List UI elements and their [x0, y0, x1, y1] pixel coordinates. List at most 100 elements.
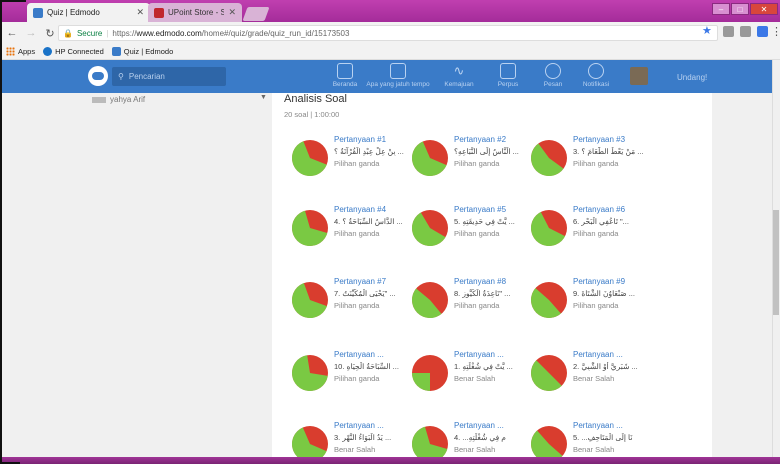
question-type: Benar Salah [573, 374, 615, 383]
screen-border [0, 0, 26, 2]
nav-label: Pesan [543, 81, 563, 88]
question-text: بِنْ عِلْ عِبْدِ الْقُرْآنَةُ ؟ ... [334, 147, 404, 156]
forward-icon[interactable]: → [24, 26, 38, 40]
nav-kemajuan[interactable]: ∿ Kemajuan [434, 63, 484, 88]
menu-icon[interactable]: ⋮ [771, 25, 780, 38]
tab-quiz-edmodo[interactable]: Quiz | Edmodo ✕ [27, 3, 150, 22]
edmodo-logo-icon[interactable] [88, 66, 108, 86]
bookmark-quiz-edmodo[interactable]: Quiz | Edmodo [111, 47, 173, 56]
question-text: الْنَّاسُ إِلَى النَّبَاعِهِ؟ ... [454, 147, 519, 156]
question-card[interactable]: Pertanyaan #7 7. يَحْيَى الْمُكَيِّنَتُ" … [291, 277, 411, 332]
close-icon[interactable]: ✕ [228, 7, 236, 18]
bookmark-star-icon[interactable]: ★ [702, 24, 712, 37]
question-title[interactable]: Pertanyaan ... [573, 421, 623, 430]
question-card[interactable]: Pertanyaan #2 الْنَّاسُ إِلَى النَّبَاعِه… [411, 135, 531, 190]
question-title[interactable]: Pertanyaan #2 [454, 135, 506, 144]
sidebar-item[interactable]: yahya Arif [92, 95, 145, 104]
extension-icon[interactable] [723, 26, 734, 37]
question-title[interactable]: Pertanyaan ... [454, 350, 504, 359]
result-pie-chart [531, 355, 567, 391]
question-card[interactable]: Pertanyaan ... 1. يَّتْ فِي شُغْلَتِهِ ..… [411, 350, 531, 405]
reload-icon[interactable]: ↻ [43, 26, 57, 40]
nav-notifikasi[interactable]: Notifikasi [574, 63, 618, 88]
tab-label: Quiz | Edmodo [47, 8, 100, 17]
extension-icon[interactable] [757, 26, 768, 37]
maximize-icon[interactable]: □ [731, 3, 749, 15]
question-card[interactable]: Pertanyaan #8 8. نَاعِدَةُ الْكَيُّوزِ" .… [411, 277, 531, 332]
nav-beranda[interactable]: Beranda [328, 63, 362, 88]
nav-perpus[interactable]: Perpus [484, 63, 532, 88]
bell-icon [588, 63, 604, 79]
question-type: Benar Salah [454, 445, 496, 454]
question-title[interactable]: Pertanyaan #3 [573, 135, 625, 144]
message-icon [545, 63, 561, 79]
question-card[interactable]: Pertanyaan ... 10. السِّبَاحَةُ الْحِيَاه… [291, 350, 411, 405]
question-title[interactable]: Pertanyaan #4 [334, 205, 386, 214]
result-pie-chart [292, 210, 328, 246]
tab-upoint-store[interactable]: UPoint Store - Steam Pa ✕ [148, 3, 242, 22]
result-pie-chart [531, 282, 567, 318]
bookmarks-bar: Apps HP Connected Quiz | Edmodo [0, 44, 780, 60]
window-controls: – □ ✕ [712, 3, 778, 15]
question-title[interactable]: Pertanyaan #6 [573, 205, 625, 214]
minimize-icon[interactable]: – [712, 3, 730, 15]
question-card[interactable]: Pertanyaan #3 3. مَنْ يَعْطُ الطَّعَامَ ؟… [530, 135, 650, 190]
bookmark-label: HP Connected [55, 47, 104, 56]
question-type: Pilihan ganda [454, 301, 500, 310]
question-title[interactable]: Pertanyaan #8 [454, 277, 506, 286]
page-title: Analisis Soal [284, 93, 347, 105]
question-text: 6. تَاعُفِي الْبَحْرِ "... [573, 217, 629, 226]
bookmark-label: Apps [18, 47, 36, 56]
nav-pesan[interactable]: Pesan [532, 63, 574, 88]
result-pie-chart [412, 210, 448, 246]
chevron-down-icon[interactable]: ▼ [260, 94, 267, 101]
result-pie-chart [412, 355, 448, 391]
question-card[interactable]: Pertanyaan #1 بِنْ عِلْ عِبْدِ الْقُرْآنَ… [291, 135, 411, 190]
avatar [92, 96, 106, 103]
result-pie-chart [292, 140, 328, 176]
question-title[interactable]: Pertanyaan #9 [573, 277, 625, 286]
sidebar: yahya Arif ▼ [0, 93, 272, 464]
scrollbar-thumb[interactable] [773, 210, 779, 315]
bookmark-hp-connected[interactable]: HP Connected [43, 47, 104, 56]
question-card[interactable]: Pertanyaan #4 4. الدَّاسُ السِّبَاحَةُ ؟ … [291, 205, 411, 260]
back-icon[interactable]: ← [5, 26, 19, 40]
upoint-favicon-icon [154, 7, 164, 18]
search-input[interactable]: ⚲ Pencarian [112, 67, 226, 86]
question-card[interactable]: Pertanyaan #9 9. صَنْعَاوُنَ الشَّتَاةَ .… [530, 277, 650, 332]
question-title[interactable]: Pertanyaan ... [334, 350, 384, 359]
question-text: 5. يَّتْ فِي حَدِيقَتِهِ ... [454, 217, 515, 226]
home-icon [337, 63, 353, 79]
question-title[interactable]: Pertanyaan ... [334, 421, 384, 430]
question-card[interactable]: Pertanyaan #5 5. يَّتْ فِي حَدِيقَتِهِ ..… [411, 205, 531, 260]
close-window-icon[interactable]: ✕ [750, 3, 778, 15]
question-card[interactable]: Pertanyaan #6 6. تَاعُفِي الْبَحْرِ "... P… [530, 205, 650, 260]
taskbar [0, 457, 780, 464]
question-card[interactable]: Pertanyaan ... 2. شَبَرِيَّ أَوْ الشَّبِي… [530, 350, 650, 405]
hp-icon [43, 47, 53, 56]
url-input[interactable]: 🔒 Secure | https://www.edmodo.com/home#/… [58, 25, 718, 41]
extension-icon[interactable] [740, 26, 751, 37]
avatar[interactable] [630, 67, 648, 85]
bookmark-apps[interactable]: Apps [6, 47, 35, 56]
close-icon[interactable]: ✕ [136, 7, 144, 18]
question-title[interactable]: Pertanyaan #7 [334, 277, 386, 286]
question-text: 4. ...م فِي شُغْلَتِهِ [454, 433, 506, 442]
question-title[interactable]: Pertanyaan ... [454, 421, 504, 430]
question-title[interactable]: Pertanyaan #1 [334, 135, 386, 144]
main-nav: Beranda Apa yang jatuh tempo ∿ Kemajuan … [328, 63, 618, 88]
result-pie-chart [292, 355, 328, 391]
nav-apa-yang-jatuh-tempo[interactable]: Apa yang jatuh tempo [362, 63, 434, 88]
search-placeholder: Pencarian [128, 72, 165, 81]
question-title[interactable]: Pertanyaan ... [573, 350, 623, 359]
extension-icons [723, 26, 768, 37]
question-text: 7. يَحْيَى الْمُكَيِّنَتُ" ... [334, 289, 396, 298]
new-tab-button[interactable] [242, 7, 270, 21]
sidebar-item-label: yahya Arif [110, 95, 146, 104]
right-margin [712, 93, 772, 464]
question-type: Pilihan ganda [334, 159, 380, 168]
nav-label: Perpus [497, 81, 519, 88]
question-title[interactable]: Pertanyaan #5 [454, 205, 506, 214]
question-type: Pilihan ganda [573, 301, 619, 310]
invite-link[interactable]: Undang! [677, 73, 707, 82]
